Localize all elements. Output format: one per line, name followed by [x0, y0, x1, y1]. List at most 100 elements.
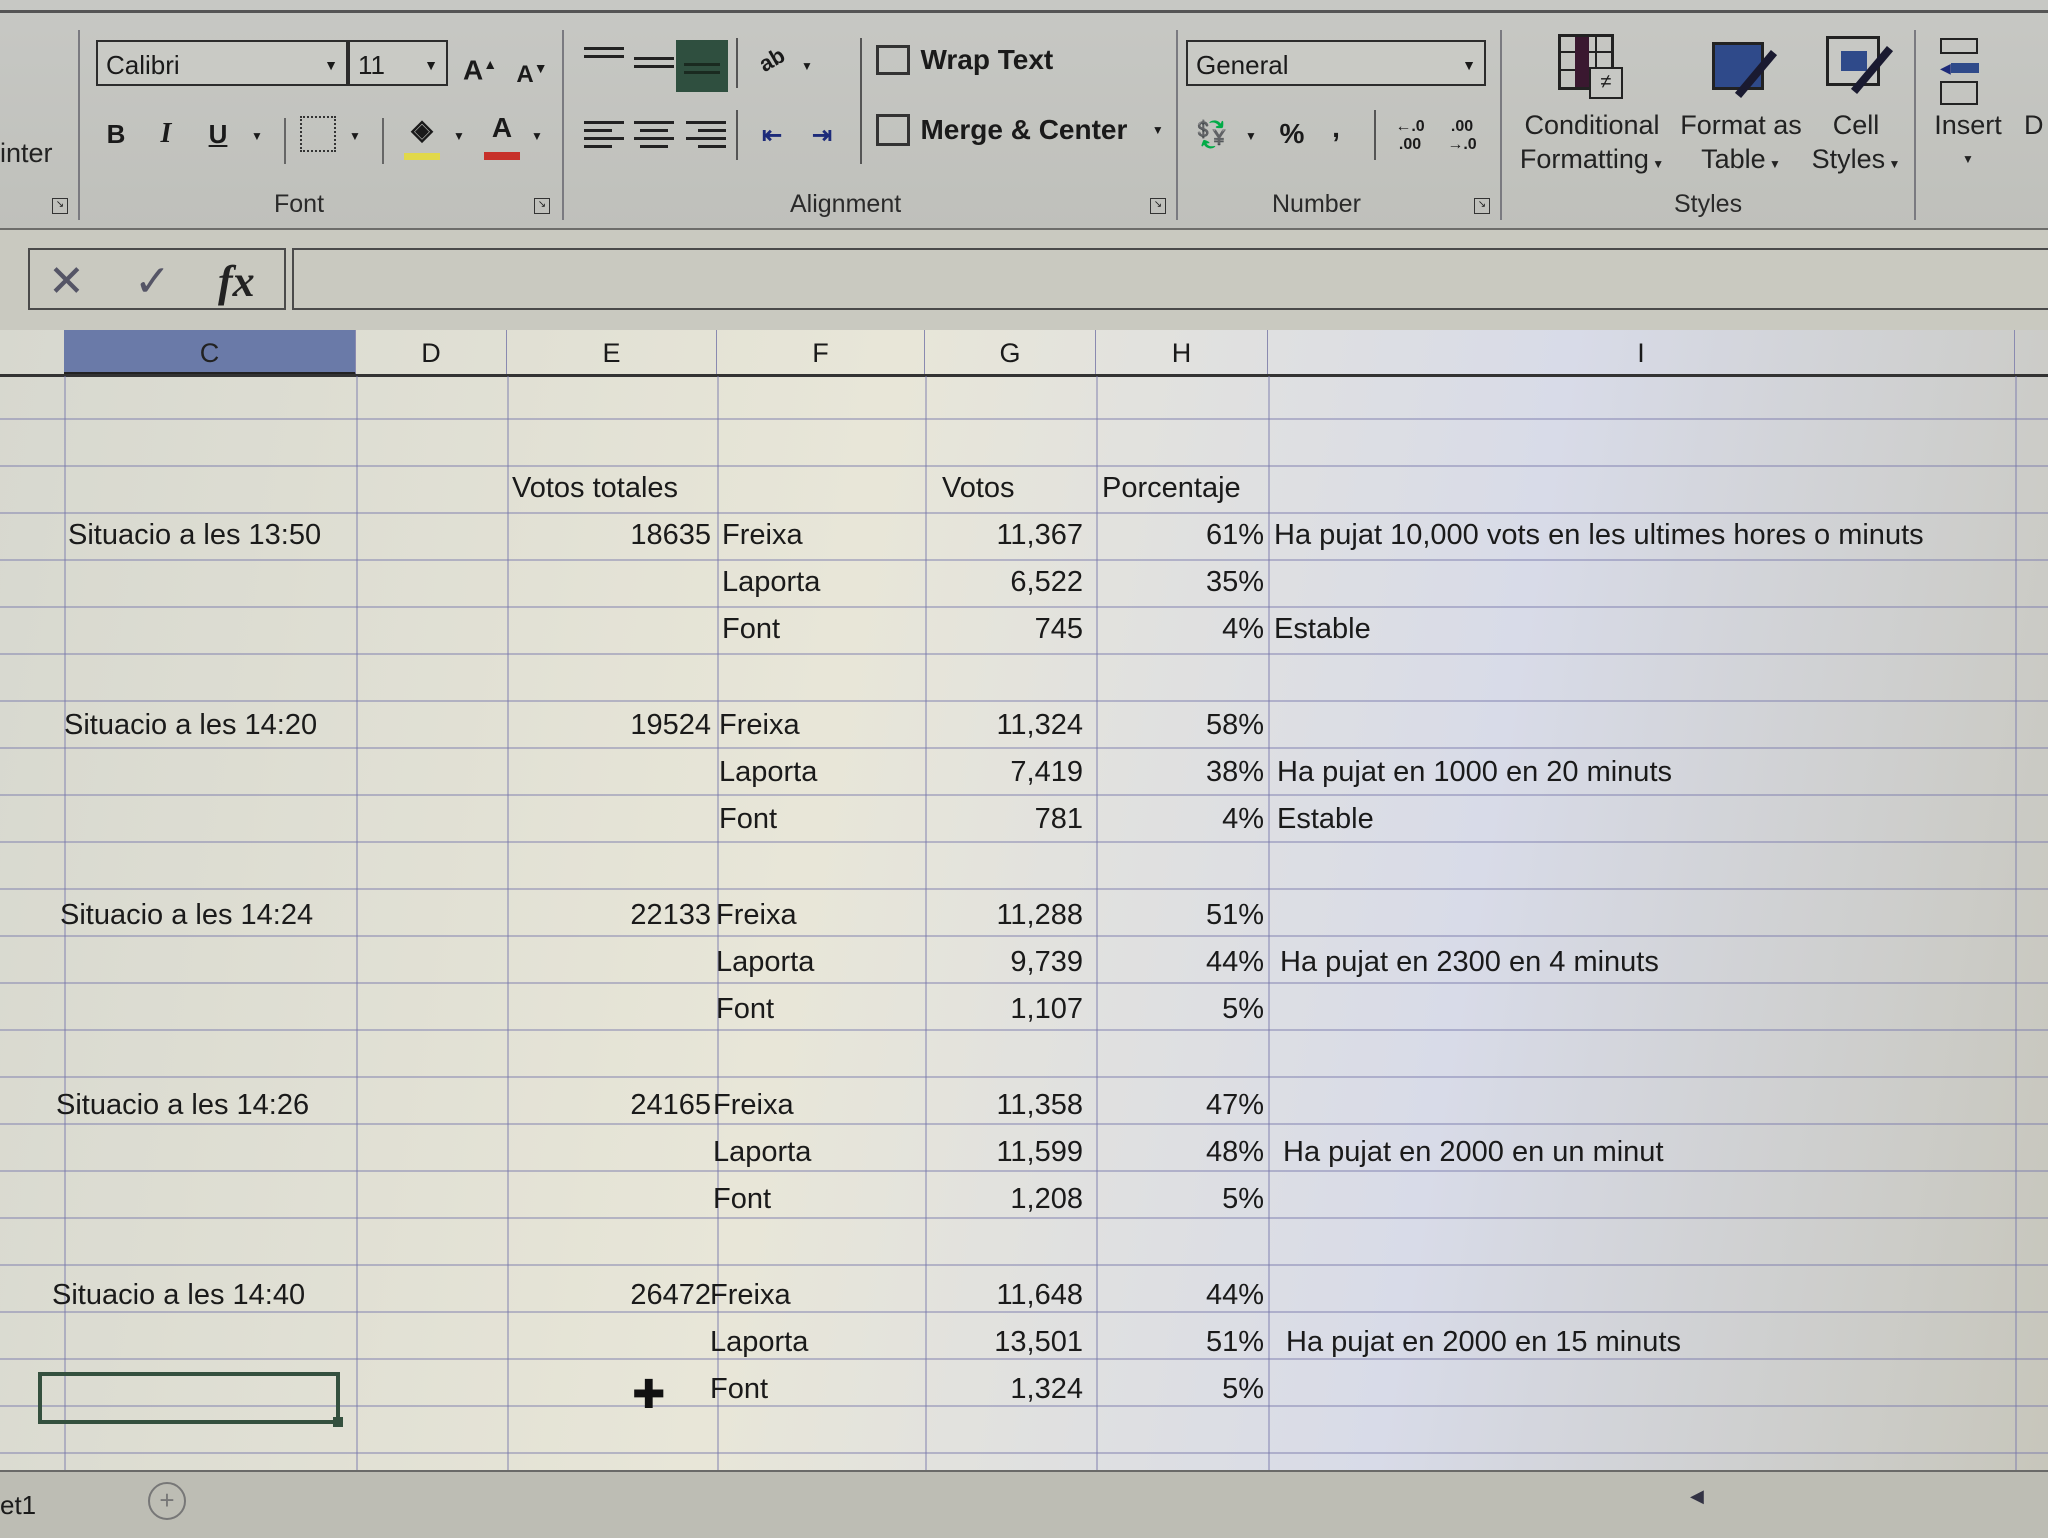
format-as-table-button[interactable]: Format as Table ▼ [1676, 34, 1806, 184]
underline-button[interactable]: U [202, 114, 234, 154]
fill-color-dropdown-icon[interactable]: ▼ [448, 116, 470, 156]
percentage-cell[interactable]: 5% [1096, 1366, 1264, 1412]
candidate-cell[interactable]: Freixa [713, 1082, 794, 1128]
header-total-votes[interactable]: Votos totales [512, 465, 678, 511]
note-cell[interactable]: Ha pujat 10,000 vots en les ultimes hore… [1274, 512, 1924, 558]
font-color-button[interactable]: A [480, 108, 524, 160]
clipboard-launcher-icon[interactable]: ↘ [52, 198, 68, 214]
percentage-cell[interactable]: 35% [1096, 559, 1264, 605]
snapshot-label[interactable]: Situacio a les 13:50 [68, 512, 321, 558]
column-header-f[interactable]: F [717, 330, 925, 376]
percentage-cell[interactable]: 5% [1096, 986, 1264, 1032]
scroll-left-icon[interactable]: ◀ [1690, 1486, 1704, 1507]
votes-cell[interactable]: 11,288 [925, 892, 1083, 938]
candidate-cell[interactable]: Freixa [719, 702, 800, 748]
column-header-i[interactable]: I [1268, 330, 2015, 376]
percentage-cell[interactable]: 51% [1096, 1319, 1264, 1365]
candidate-cell[interactable]: Freixa [716, 892, 797, 938]
number-launcher-icon[interactable]: ↘ [1474, 198, 1490, 214]
total-votes-cell[interactable]: 26472 [507, 1272, 711, 1318]
bottom-align-button-active[interactable] [676, 40, 728, 92]
column-header-e[interactable]: E [507, 330, 717, 376]
candidate-cell[interactable]: Laporta [722, 559, 820, 605]
delete-cells-button[interactable]: D [2024, 108, 2048, 142]
percentage-cell[interactable]: 4% [1096, 606, 1264, 652]
formula-input[interactable] [292, 248, 2048, 310]
candidate-cell[interactable]: Font [722, 606, 780, 652]
votes-cell[interactable]: 11,648 [925, 1272, 1083, 1318]
candidate-cell[interactable]: Freixa [710, 1272, 791, 1318]
column-header-h[interactable]: H [1096, 330, 1268, 376]
note-cell[interactable]: Ha pujat en 1000 en 20 minuts [1277, 749, 1672, 795]
snapshot-label[interactable]: Situacio a les 14:40 [52, 1272, 305, 1318]
decrease-indent-icon[interactable]: ⇤ [752, 116, 792, 156]
wrap-text-button[interactable]: Wrap Text [876, 44, 1053, 76]
votes-cell[interactable]: 1,324 [925, 1366, 1083, 1412]
total-votes-cell[interactable]: 19524 [507, 702, 711, 748]
cancel-icon[interactable]: ✕ [48, 256, 85, 307]
borders-icon[interactable] [300, 116, 336, 152]
decrease-font-size-button[interactable]: A▼ [512, 48, 552, 95]
candidate-cell[interactable]: Freixa [722, 512, 803, 558]
decrease-decimal-button[interactable]: .00 →.0 [1440, 118, 1484, 154]
percent-style-button[interactable]: % [1272, 114, 1312, 154]
note-cell[interactable]: Estable [1277, 796, 1374, 842]
top-align-icon[interactable] [584, 42, 624, 63]
votes-cell[interactable]: 1,107 [925, 986, 1083, 1032]
middle-align-icon[interactable] [634, 52, 674, 73]
note-cell[interactable]: Ha pujat en 2000 en 15 minuts [1286, 1319, 1681, 1365]
votes-cell[interactable]: 745 [925, 606, 1083, 652]
votes-cell[interactable]: 11,367 [925, 512, 1083, 558]
font-color-dropdown-icon[interactable]: ▼ [526, 116, 548, 156]
snapshot-label[interactable]: Situacio a les 14:20 [64, 702, 317, 748]
worksheet-grid[interactable]: C D E F G H I Votos totales Votos Porcen… [0, 330, 2048, 1501]
percentage-cell[interactable]: 51% [1096, 892, 1264, 938]
candidate-cell[interactable]: Laporta [719, 749, 817, 795]
accounting-dropdown-icon[interactable]: ▼ [1240, 116, 1262, 156]
insert-cells-button[interactable]: ◀ Insert ▼ [1928, 34, 2008, 184]
font-name-dropdown[interactable]: Calibri ▼ [96, 40, 348, 86]
percentage-cell[interactable]: 4% [1096, 796, 1264, 842]
orientation-dropdown-icon[interactable]: ▼ [796, 46, 818, 86]
cell-styles-button[interactable]: Cell Styles ▼ [1806, 34, 1906, 184]
alignment-launcher-icon[interactable]: ↘ [1150, 198, 1166, 214]
orientation-icon[interactable]: ab [745, 33, 800, 88]
snapshot-label[interactable]: Situacio a les 14:26 [56, 1082, 309, 1128]
increase-indent-icon[interactable]: ⇥ [802, 116, 842, 156]
column-header-g[interactable]: G [925, 330, 1096, 376]
candidate-cell[interactable]: Laporta [716, 939, 814, 985]
bold-button[interactable]: B [100, 114, 132, 154]
align-left-icon[interactable] [584, 116, 624, 153]
enter-checkmark-icon[interactable]: ✓ [134, 256, 171, 307]
percentage-cell[interactable]: 48% [1096, 1129, 1264, 1175]
fill-handle[interactable] [333, 1417, 343, 1427]
note-cell[interactable]: Estable [1274, 606, 1371, 652]
votes-cell[interactable]: 781 [925, 796, 1083, 842]
underline-dropdown-icon[interactable]: ▼ [246, 116, 268, 156]
total-votes-cell[interactable]: 24165 [507, 1082, 711, 1128]
sheet-tab[interactable]: et1 [0, 1490, 36, 1521]
note-cell[interactable]: Ha pujat en 2000 en un minut [1283, 1129, 1664, 1175]
candidate-cell[interactable]: Font [713, 1176, 771, 1222]
clipboard-format-painter-label[interactable]: inter [0, 136, 56, 170]
votes-cell[interactable]: 11,599 [925, 1129, 1083, 1175]
comma-style-button[interactable]: , [1324, 108, 1348, 148]
header-votes[interactable]: Votos [942, 465, 1015, 511]
votes-cell[interactable]: 7,419 [925, 749, 1083, 795]
increase-font-size-button[interactable]: A▲ [460, 44, 500, 90]
snapshot-label[interactable]: Situacio a les 14:24 [60, 892, 313, 938]
percentage-cell[interactable]: 5% [1096, 1176, 1264, 1222]
borders-dropdown-icon[interactable]: ▼ [344, 116, 366, 156]
active-cell-selection[interactable] [38, 1372, 343, 1427]
votes-cell[interactable]: 1,208 [925, 1176, 1083, 1222]
add-sheet-icon[interactable]: + [148, 1482, 186, 1520]
header-percentage[interactable]: Porcentaje [1102, 465, 1241, 511]
italic-button[interactable]: I [150, 114, 182, 154]
candidate-cell[interactable]: Laporta [710, 1319, 808, 1365]
candidate-cell[interactable]: Font [716, 986, 774, 1032]
percentage-cell[interactable]: 61% [1096, 512, 1264, 558]
votes-cell[interactable]: 9,739 [925, 939, 1083, 985]
number-format-dropdown[interactable]: General ▼ [1186, 40, 1486, 86]
percentage-cell[interactable]: 47% [1096, 1082, 1264, 1128]
note-cell[interactable]: Ha pujat en 2300 en 4 minuts [1280, 939, 1659, 985]
